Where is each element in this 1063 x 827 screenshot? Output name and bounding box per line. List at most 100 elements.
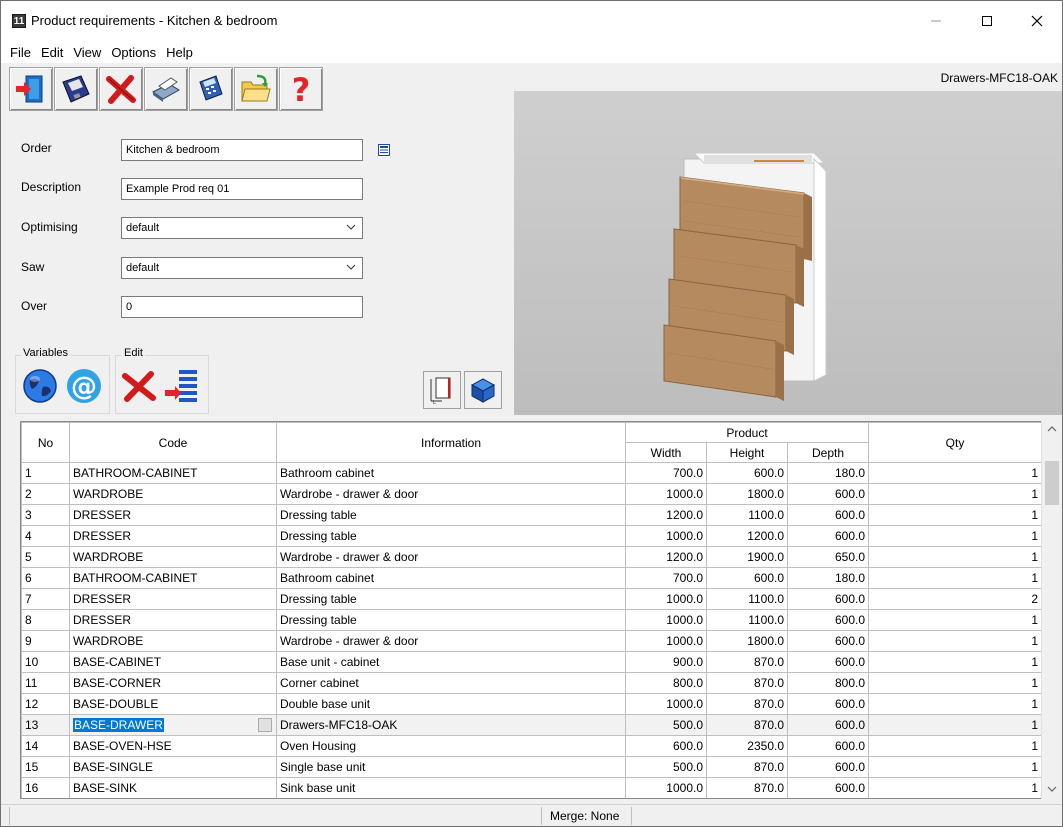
delete-button[interactable] xyxy=(99,67,143,111)
table-row[interactable]: 6 BATHROOM-CABINET Bathroom cabinet 700.0 60… xyxy=(21,567,1042,589)
row-height-cell[interactable]: 870.0 xyxy=(706,672,788,694)
row-height-cell[interactable]: 1100.0 xyxy=(706,504,788,526)
row-width-cell[interactable]: 1000.0 xyxy=(625,525,707,547)
menu-view[interactable]: View xyxy=(68,45,106,60)
row-qty-cell[interactable]: 1 xyxy=(868,504,1042,526)
scroll-up-icon[interactable] xyxy=(1047,425,1057,433)
table-row[interactable]: 2 WARDROBE Wardrobe - drawer & door 1000.0 1… xyxy=(21,483,1042,505)
open-folder-button[interactable] xyxy=(234,67,278,111)
row-qty-cell[interactable]: 1 xyxy=(868,630,1042,652)
help-button[interactable]: ? xyxy=(279,67,323,111)
table-row[interactable]: 9 WARDROBE Wardrobe - drawer & door 1000.0 1… xyxy=(21,630,1042,652)
row-height-cell[interactable]: 2350.0 xyxy=(706,735,788,757)
row-height-cell[interactable]: 1900.0 xyxy=(706,546,788,568)
row-information-cell[interactable]: Double base unit xyxy=(276,693,626,715)
row-information-cell[interactable]: Oven Housing xyxy=(276,735,626,757)
variables-globe-button[interactable] xyxy=(19,365,61,407)
grid-vertical-scrollbar[interactable] xyxy=(1041,421,1061,799)
row-height-cell[interactable]: 1200.0 xyxy=(706,525,788,547)
row-depth-cell[interactable]: 600.0 xyxy=(787,630,869,652)
row-code-cell[interactable]: DRESSER xyxy=(69,504,277,526)
row-code-cell[interactable]: WARDROBE xyxy=(69,630,277,652)
row-width-cell[interactable]: 1000.0 xyxy=(625,777,707,798)
row-no-cell[interactable]: 4 xyxy=(21,525,70,547)
row-information-cell[interactable]: Dressing table xyxy=(276,588,626,610)
row-width-cell[interactable]: 1200.0 xyxy=(625,546,707,568)
row-code-cell[interactable]: WARDROBE xyxy=(69,546,277,568)
row-qty-cell[interactable]: 1 xyxy=(868,525,1042,547)
table-row[interactable]: 15 BASE-SINGLE Single base unit 500.0 870.0 6… xyxy=(21,756,1042,778)
row-depth-cell[interactable]: 600.0 xyxy=(787,693,869,715)
minimize-button[interactable] xyxy=(913,1,959,41)
row-code-cell[interactable]: BASE-SINK xyxy=(69,777,277,798)
row-width-cell[interactable]: 500.0 xyxy=(625,714,707,736)
table-row[interactable]: 5 WARDROBE Wardrobe - drawer & door 1200.0 1… xyxy=(21,546,1042,568)
row-height-cell[interactable]: 1800.0 xyxy=(706,483,788,505)
panel-dimensions-button[interactable]: L xyxy=(423,371,461,409)
table-row[interactable]: 7 DRESSER Dressing table 1000.0 1100.0 600.0 2 xyxy=(21,588,1042,610)
row-information-cell[interactable]: Corner cabinet xyxy=(276,672,626,694)
scrollbar-thumb[interactable] xyxy=(1045,461,1059,505)
row-depth-cell[interactable]: 600.0 xyxy=(787,777,869,798)
row-width-cell[interactable]: 1000.0 xyxy=(625,483,707,505)
row-information-cell[interactable]: Drawers-MFC18-OAK xyxy=(276,714,626,736)
row-no-cell[interactable]: 9 xyxy=(21,630,70,652)
row-code-cell[interactable]: BASE-OVEN-HSE xyxy=(69,735,277,757)
print-button[interactable] xyxy=(144,67,188,111)
row-code-cell[interactable]: DRESSER xyxy=(69,609,277,631)
row-code-cell[interactable]: BASE-CORNER xyxy=(69,672,277,694)
row-qty-cell[interactable]: 1 xyxy=(868,546,1042,568)
row-information-cell[interactable]: Single base unit xyxy=(276,756,626,778)
menu-help[interactable]: Help xyxy=(161,45,198,60)
row-code-cell[interactable]: BATHROOM-CABINET xyxy=(69,462,277,484)
row-width-cell[interactable]: 500.0 xyxy=(625,756,707,778)
row-code-cell[interactable]: BASE-DOUBLE xyxy=(69,693,277,715)
row-no-cell[interactable]: 5 xyxy=(21,546,70,568)
row-no-cell[interactable]: 6 xyxy=(21,567,70,589)
row-depth-cell[interactable]: 650.0 xyxy=(787,546,869,568)
row-code-cell[interactable]: BATHROOM-CABINET xyxy=(69,567,277,589)
code-lookup-button[interactable] xyxy=(258,718,272,732)
row-width-cell[interactable]: 1200.0 xyxy=(625,504,707,526)
row-code-cell[interactable]: BASE-CABINET xyxy=(69,651,277,673)
row-no-cell[interactable]: 8 xyxy=(21,609,70,631)
app-icon[interactable]: 11 xyxy=(12,14,26,28)
row-code-cell[interactable]: BASE-DRAWER xyxy=(69,714,277,736)
table-row[interactable]: 11 BASE-CORNER Corner cabinet 800.0 870.0 800… xyxy=(21,672,1042,694)
row-no-cell[interactable]: 13 xyxy=(21,714,70,736)
menu-edit[interactable]: Edit xyxy=(36,45,68,60)
order-details-button[interactable] xyxy=(378,144,390,156)
row-qty-cell[interactable]: 1 xyxy=(868,651,1042,673)
row-depth-cell[interactable]: 180.0 xyxy=(787,462,869,484)
row-qty-cell[interactable]: 1 xyxy=(868,777,1042,798)
row-width-cell[interactable]: 700.0 xyxy=(625,567,707,589)
variables-email-button[interactable]: @ xyxy=(63,365,105,407)
calculator-button[interactable] xyxy=(189,67,233,111)
title-bar[interactable]: 11 Product requirements - Kitchen & bedr… xyxy=(1,1,1062,41)
exit-button[interactable] xyxy=(9,67,53,111)
maximize-button[interactable] xyxy=(964,1,1010,41)
selected-code-text[interactable]: BASE-DRAWER xyxy=(73,718,164,732)
row-information-cell[interactable]: Sink base unit xyxy=(276,777,626,798)
row-code-cell[interactable]: WARDROBE xyxy=(69,483,277,505)
row-qty-cell[interactable]: 1 xyxy=(868,693,1042,715)
row-height-cell[interactable]: 1100.0 xyxy=(706,609,788,631)
row-no-cell[interactable]: 14 xyxy=(21,735,70,757)
row-width-cell[interactable]: 700.0 xyxy=(625,462,707,484)
menu-file[interactable]: File xyxy=(5,45,36,60)
table-row[interactable]: 4 DRESSER Dressing table 1000.0 1200.0 600.0 1 xyxy=(21,525,1042,547)
row-qty-cell[interactable]: 1 xyxy=(868,609,1042,631)
table-row[interactable]: 16 BASE-SINK Sink base unit 1000.0 870.0 600.… xyxy=(21,777,1042,798)
row-information-cell[interactable]: Dressing table xyxy=(276,525,626,547)
row-code-cell[interactable]: DRESSER xyxy=(69,525,277,547)
row-qty-cell[interactable]: 1 xyxy=(868,567,1042,589)
row-depth-cell[interactable]: 600.0 xyxy=(787,756,869,778)
row-information-cell[interactable]: Wardrobe - drawer & door xyxy=(276,483,626,505)
column-header-no[interactable]: No xyxy=(21,422,70,463)
table-row[interactable]: 12 BASE-DOUBLE Double base unit 1000.0 870.0… xyxy=(21,693,1042,715)
row-qty-cell[interactable]: 2 xyxy=(868,588,1042,610)
row-width-cell[interactable]: 1000.0 xyxy=(625,588,707,610)
row-depth-cell[interactable]: 600.0 xyxy=(787,504,869,526)
row-qty-cell[interactable]: 1 xyxy=(868,483,1042,505)
row-depth-cell[interactable]: 180.0 xyxy=(787,567,869,589)
